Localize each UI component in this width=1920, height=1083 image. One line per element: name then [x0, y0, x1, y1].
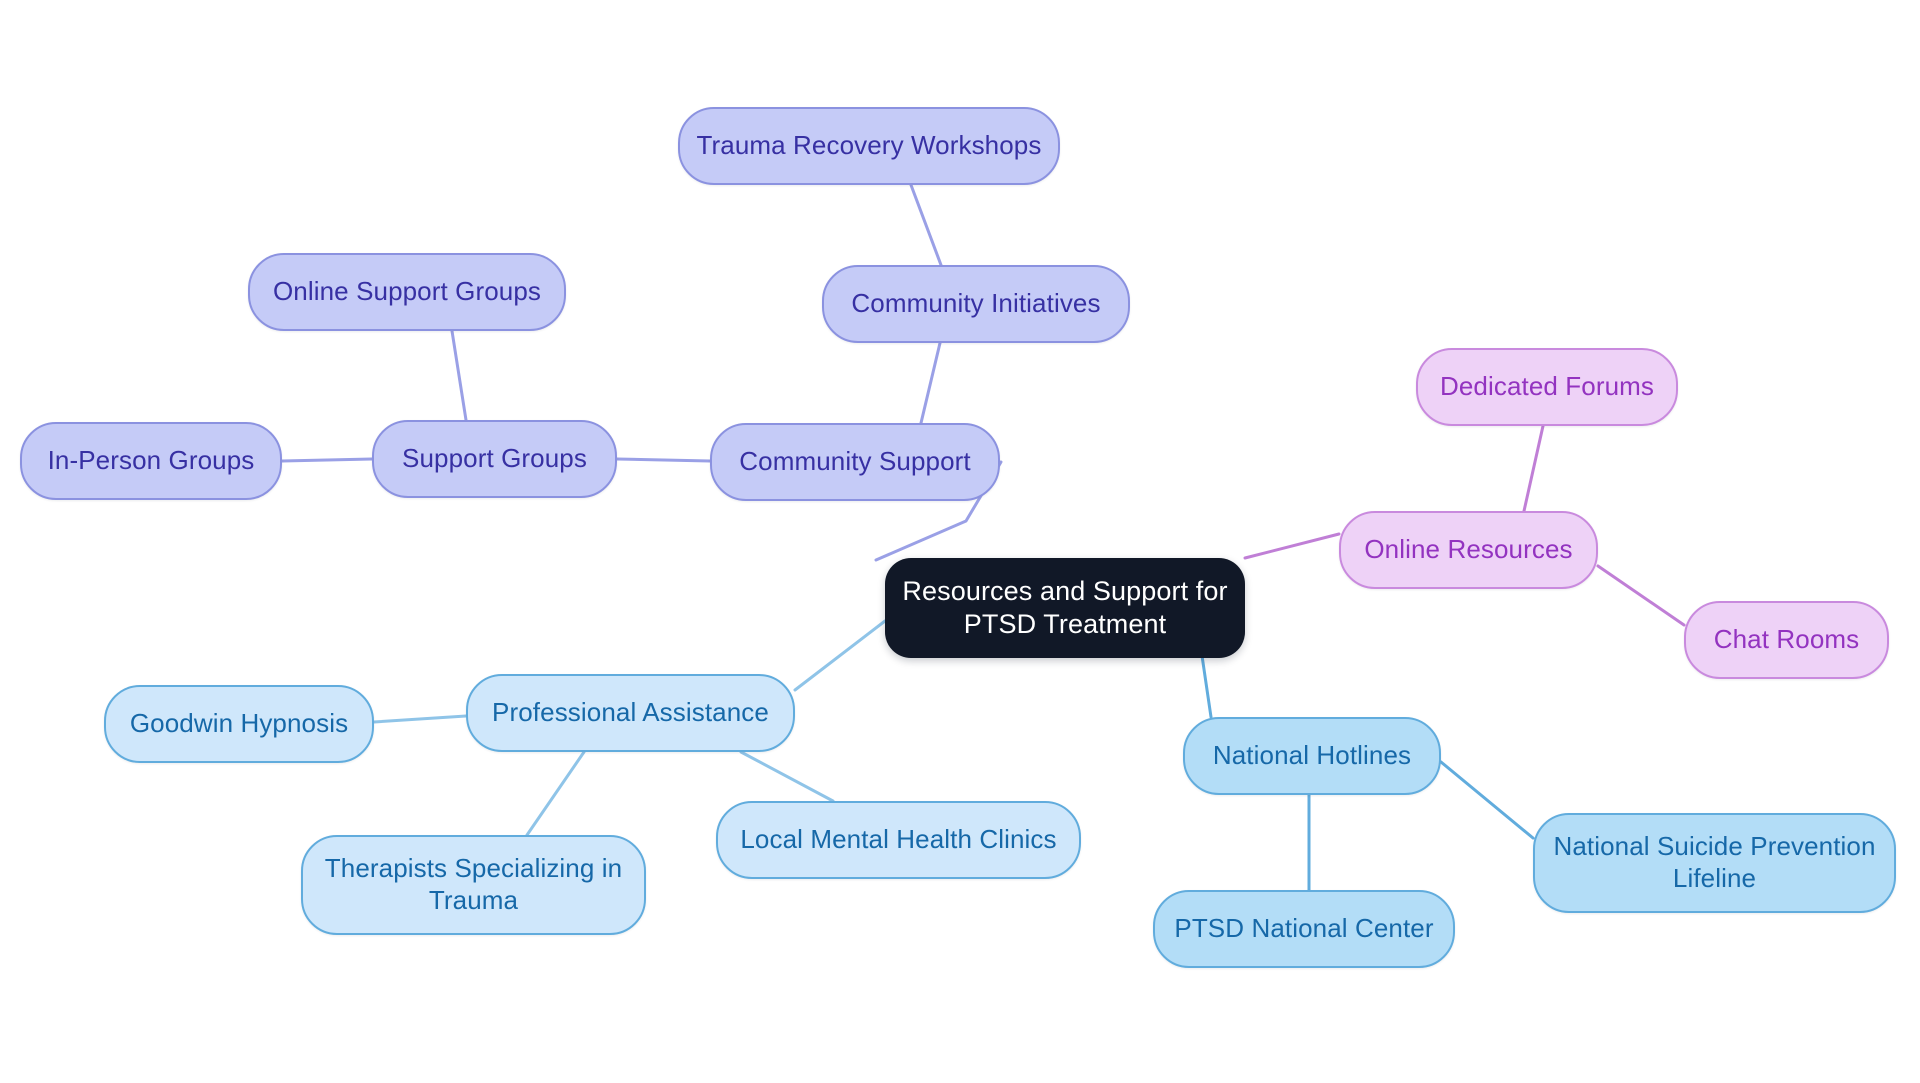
edge-support-groups-to-in-person-groups	[280, 457, 374, 463]
mindmap-node-national-suicide-prevention-lifeline[interactable]: National Suicide Prevention Lifeline	[1533, 813, 1896, 913]
mindmap-canvas: Resources and Support for PTSD Treatment…	[0, 0, 1920, 1083]
mindmap-node-root[interactable]: Resources and Support for PTSD Treatment	[885, 558, 1245, 658]
mindmap-node-trauma-recovery-workshops[interactable]: Trauma Recovery Workshops	[678, 107, 1060, 185]
mindmap-node-in-person-groups[interactable]: In-Person Groups	[20, 422, 282, 500]
mindmap-node-community-support[interactable]: Community Support	[710, 423, 1000, 501]
mindmap-node-online-resources[interactable]: Online Resources	[1339, 511, 1598, 589]
mindmap-node-dedicated-forums[interactable]: Dedicated Forums	[1416, 348, 1678, 426]
edge-support-groups-to-online-support-groups	[450, 329, 468, 422]
edge-community-initiatives-to-trauma-recovery-workshops	[909, 183, 943, 267]
mindmap-node-community-initiatives[interactable]: Community Initiatives	[822, 265, 1130, 343]
edge-community-support-to-community-initiatives	[919, 341, 942, 425]
mindmap-node-ptsd-national-center[interactable]: PTSD National Center	[1153, 890, 1455, 968]
edge-professional-assistance-to-local-mental-health-clinics	[739, 750, 835, 803]
edge-community-support-to-support-groups	[615, 457, 712, 463]
mindmap-node-professional-assistance[interactable]: Professional Assistance	[466, 674, 795, 752]
edge-professional-assistance-to-therapists-specializing-in-trauma	[525, 750, 586, 837]
edge-online-resources-to-chat-rooms	[1596, 564, 1686, 627]
edge-national-hotlines-to-national-suicide-prevention-lifeline	[1439, 760, 1535, 840]
mindmap-node-chat-rooms[interactable]: Chat Rooms	[1684, 601, 1889, 679]
mindmap-node-online-support-groups[interactable]: Online Support Groups	[248, 253, 566, 331]
edge-online-resources-to-dedicated-forums	[1522, 424, 1545, 513]
edge-root-to-professional-assistance	[793, 619, 887, 692]
mindmap-node-national-hotlines[interactable]: National Hotlines	[1183, 717, 1441, 795]
mindmap-node-goodwin-hypnosis[interactable]: Goodwin Hypnosis	[104, 685, 374, 763]
mindmap-node-local-mental-health-clinics[interactable]: Local Mental Health Clinics	[716, 801, 1081, 879]
mindmap-node-therapists-specializing-in-trauma[interactable]: Therapists Specializing in Trauma	[301, 835, 646, 935]
edge-root-to-online-resources	[1243, 532, 1341, 560]
edge-professional-assistance-to-goodwin-hypnosis	[372, 714, 468, 724]
mindmap-node-support-groups[interactable]: Support Groups	[372, 420, 617, 498]
